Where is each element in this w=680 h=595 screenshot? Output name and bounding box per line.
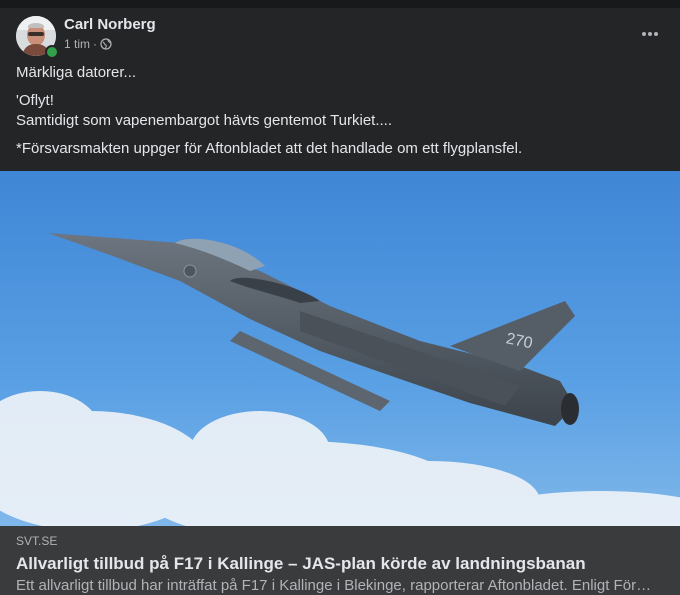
post-text-line: 'Oflyt! [16,92,54,109]
post-time[interactable]: 1 tim [64,37,90,51]
post-image[interactable]: 270 [0,171,680,526]
post-text-line: Märkliga datorer... [16,64,137,81]
link-description: Ett allvarligt tillbud har inträffat på … [16,577,656,594]
post-text-line: *Försvarsmakten uppger för Aftonbladet a… [16,140,523,157]
more-horizontal-icon [642,32,646,36]
post-meta: 1 tim · [64,37,112,51]
link-preview-card[interactable]: SVT.SE Allvarligt tillbud på F17 i Kalli… [0,526,680,595]
meta-separator: · [93,37,98,51]
post-header: Carl Norberg 1 tim · [16,16,664,59]
more-options-button[interactable] [636,20,664,48]
more-dot-3 [654,32,658,36]
more-dot-2 [648,32,652,36]
top-divider [0,0,680,8]
facebook-post: Carl Norberg 1 tim · Märkliga datorer...… [0,0,680,595]
globe-icon [100,38,112,50]
online-status-dot [45,45,59,59]
post-text-line: Samtidigt som vapenembargot hävts gentem… [16,112,393,129]
link-domain: SVT.SE [16,534,58,548]
link-title[interactable]: Allvarligt tillbud på F17 i Kallinge – J… [16,554,586,574]
post-text: Märkliga datorer... 'Oflyt! Samtidigt so… [16,63,664,159]
author-name[interactable]: Carl Norberg [64,16,156,33]
